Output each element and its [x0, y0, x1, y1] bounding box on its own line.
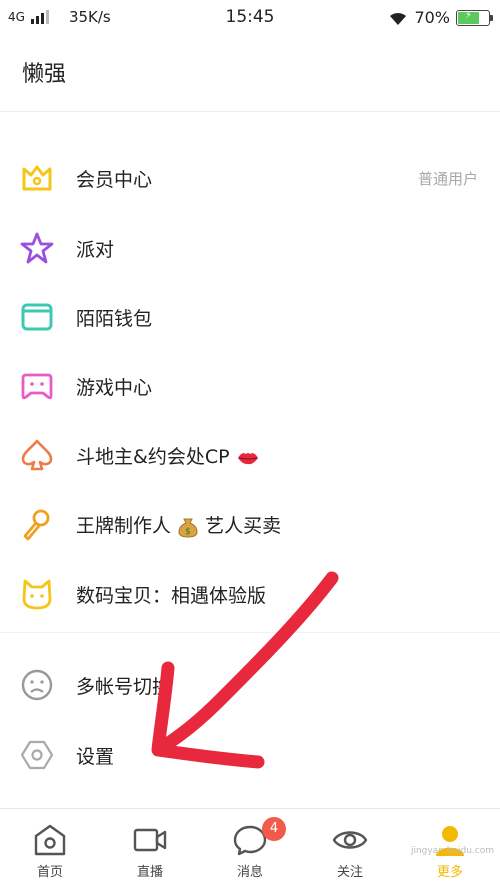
nav-label: 首页	[36, 865, 63, 880]
menu-item-account-switch[interactable]: 多帐号切换	[0, 654, 500, 714]
menu-item-text: 王牌制作人	[76, 515, 172, 537]
lips-icon	[237, 452, 258, 464]
menu-item-label: 派对	[76, 239, 115, 261]
menu-item-settings[interactable]: 设置	[0, 724, 500, 784]
nav-tab-live[interactable]: 直播	[100, 809, 200, 889]
settings-hexagon-icon	[20, 740, 54, 770]
menu-item-text: 斗地主&约会处CP	[76, 446, 230, 468]
menu-item-wallet[interactable]: 陌陌钱包	[0, 286, 500, 346]
menu-item-label: 斗地主&约会处CP	[76, 442, 260, 469]
nav-tab-messages[interactable]: 4 消息	[200, 809, 300, 889]
menu-item-party[interactable]: 派对	[0, 217, 500, 277]
home-icon	[34, 824, 66, 856]
menu-item-label: 王牌制作人 $ 艺人买卖	[76, 511, 281, 538]
video-camera-icon	[133, 828, 167, 852]
eye-icon	[332, 831, 368, 849]
cat-icon	[22, 579, 52, 610]
spade-icon	[21, 439, 53, 471]
nav-tab-home[interactable]: 首页	[0, 809, 100, 889]
gamepad-icon	[21, 373, 53, 400]
menu-item-game-center[interactable]: 游戏中心	[0, 355, 500, 415]
menu-item-text-suffix: 艺人买卖	[205, 515, 282, 537]
nav-label: 直播	[136, 865, 163, 880]
menu-item-label: 多帐号切换	[76, 676, 172, 698]
menu-item-label: 会员中心	[76, 169, 153, 191]
menu-item-member-center[interactable]: 会员中心 普通用户	[0, 147, 500, 207]
nav-label: 消息	[236, 865, 263, 880]
wallet-icon	[21, 303, 53, 331]
menu-item-landlord-cp[interactable]: 斗地主&约会处CP	[0, 424, 500, 484]
wifi-icon	[390, 12, 407, 25]
microphone-icon	[23, 509, 50, 541]
battery-icon: ⚡	[456, 9, 493, 26]
membership-status: 普通用户	[417, 170, 478, 188]
star-icon	[20, 232, 54, 264]
page-header: 懒强	[0, 36, 500, 112]
battery-percent: 70%	[414, 8, 450, 27]
menu-item-digimon[interactable]: 数码宝贝：相遇体验版	[0, 563, 500, 623]
menu-item-label: 游戏中心	[76, 377, 153, 399]
menu-item-ace-producer[interactable]: 王牌制作人 $ 艺人买卖	[0, 493, 500, 553]
nav-label: 关注	[336, 865, 363, 880]
page-title: 懒强	[22, 62, 67, 87]
nav-label: 更多	[436, 865, 463, 880]
status-bar: 4G 35K/s 15:45 70% ⚡	[0, 0, 500, 36]
menu-item-label: 数码宝贝：相遇体验版	[76, 585, 267, 607]
watermark: jingyan.baidu.com	[410, 846, 494, 856]
section-divider	[0, 632, 500, 633]
unread-badge: 4	[262, 817, 286, 841]
svg-text:$: $	[185, 527, 191, 537]
menu-item-label: 设置	[76, 746, 115, 768]
battery-level: ⚡	[458, 10, 479, 24]
money-bag-icon: $	[178, 518, 198, 538]
nav-tab-follow[interactable]: 关注	[300, 809, 400, 889]
status-right: 70% ⚡	[388, 8, 493, 27]
crown-icon	[22, 165, 52, 191]
menu-item-label: 陌陌钱包	[76, 308, 153, 330]
account-switch-icon	[21, 669, 53, 701]
